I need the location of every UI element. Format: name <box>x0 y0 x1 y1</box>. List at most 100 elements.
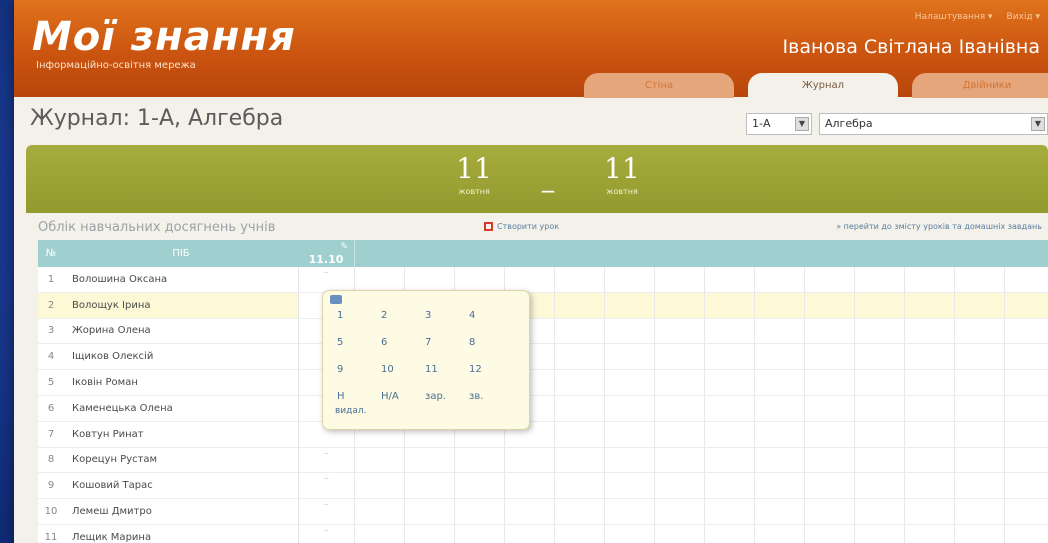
grade-option-exempt[interactable]: зв. <box>465 386 509 407</box>
grade-options: 1 2 3 4 5 6 7 8 9 10 11 12 Н Н/А зар. зв… <box>333 305 509 407</box>
col-name-header: ПІБ <box>172 248 190 259</box>
table-header: № ПІБ ✎ 11.10 <box>38 240 1048 267</box>
grade-cell[interactable]: – <box>298 267 354 292</box>
table-row: 4 Іщиков Олексій – <box>38 344 1048 371</box>
col-date-header[interactable]: ✎ 11.10 <box>298 240 354 267</box>
section-title: Облік навчальних досягнень учнів <box>38 220 276 235</box>
create-lesson-link[interactable]: Створити урок <box>484 222 559 231</box>
subject-select-value: Алгебра <box>825 117 873 130</box>
empty-cells <box>354 473 1048 499</box>
tab-journal[interactable]: Журнал <box>748 73 898 98</box>
table-row: 6 Каменецька Олена – <box>38 395 1048 422</box>
logout-link[interactable]: Вихід ▾ <box>1007 12 1040 22</box>
grade-delete-option[interactable]: видал. <box>335 406 367 416</box>
student-name[interactable]: Жорина Олена <box>64 325 298 336</box>
date-start-month: жовтня <box>458 187 490 196</box>
col-date-label: 11.10 <box>308 253 344 266</box>
date-start-day: 11 <box>456 152 492 185</box>
grade-option[interactable]: 1 <box>333 305 377 326</box>
student-name[interactable]: Корецун Рустам <box>64 454 298 465</box>
date-end-month: жовтня <box>606 187 638 196</box>
grade-option[interactable]: 8 <box>465 332 509 353</box>
student-name[interactable]: Кошовий Тарас <box>64 480 298 491</box>
logo-title[interactable]: Мої знання <box>32 14 296 60</box>
app-window: Мої знання Інформаційно-освітня мережа Н… <box>14 0 1048 543</box>
empty-cells <box>354 499 1048 524</box>
grade-cell[interactable]: – <box>298 524 354 543</box>
row-num: 10 <box>44 506 58 518</box>
settings-link[interactable]: Налаштування ▾ <box>915 12 993 22</box>
grade-option[interactable]: 2 <box>377 305 421 326</box>
row-num: 1 <box>47 273 55 285</box>
row-num: 3 <box>47 325 55 337</box>
grade-option[interactable]: 9 <box>333 359 377 380</box>
grade-cell[interactable]: – <box>298 499 354 524</box>
grade-option-credited[interactable]: зар. <box>421 386 465 407</box>
grade-option[interactable]: 11 <box>421 359 465 380</box>
chevron-down-icon[interactable]: ▼ <box>795 117 809 131</box>
table-row: 7 Ковтун Ринат – <box>38 421 1048 448</box>
empty-cells <box>354 267 1048 292</box>
subject-select[interactable]: Алгебра ▼ <box>819 113 1048 135</box>
main-tabs: Стіна Журнал Двійники <box>584 73 1048 98</box>
create-lesson-label: Створити урок <box>497 222 560 231</box>
add-lesson-icon <box>484 222 493 231</box>
grade-cell[interactable]: – <box>298 447 354 473</box>
logo-subtitle: Інформаційно-освітня мережа <box>36 60 196 71</box>
empty-cells <box>354 447 1048 473</box>
empty-column <box>354 240 1048 267</box>
date-range-bar: 11 жовтня _ 11 жовтня <box>26 145 1048 213</box>
grade-option[interactable]: 12 <box>465 359 509 380</box>
student-name[interactable]: Каменецька Олена <box>64 403 298 414</box>
grade-option[interactable]: 5 <box>333 332 377 353</box>
row-num: 11 <box>44 531 58 543</box>
grade-picker-popup: 1 2 3 4 5 6 7 8 9 10 11 12 Н Н/А зар. зв… <box>322 290 530 430</box>
student-name[interactable]: Іщиков Олексій <box>64 351 298 362</box>
row-num: 9 <box>47 480 55 492</box>
grade-option-absent[interactable]: Н <box>333 386 377 407</box>
row-num: 4 <box>47 351 55 363</box>
row-num: 2 <box>47 299 55 311</box>
date-end[interactable]: 11 жовтня <box>582 153 662 197</box>
grade-option[interactable]: 6 <box>377 332 421 353</box>
date-start[interactable]: 11 жовтня <box>434 152 514 197</box>
date-separator: _ <box>542 165 554 193</box>
table-row: 3 Жорина Олена – <box>38 318 1048 345</box>
pencil-icon[interactable]: ✎ <box>340 242 348 252</box>
row-num: 5 <box>47 377 55 389</box>
goto-lessons-link[interactable]: » перейти до змісту уроків та домашніх з… <box>836 222 1042 231</box>
student-name[interactable]: Лещик Марина <box>64 532 298 543</box>
grade-option[interactable]: 3 <box>421 305 465 326</box>
class-select[interactable]: 1-А ▼ <box>746 113 812 135</box>
grade-option[interactable]: 10 <box>377 359 421 380</box>
row-num: 6 <box>47 402 55 414</box>
row-num: 8 <box>47 454 55 466</box>
grades-table: № ПІБ ✎ 11.10 1 Волошина Оксана – 2 Воло… <box>38 240 1048 543</box>
table-row: 10 Лемеш Дмитро – <box>38 499 1048 525</box>
user-name[interactable]: Іванова Світлана Іванівна <box>783 36 1040 58</box>
header: Мої знання Інформаційно-освітня мережа Н… <box>14 0 1048 98</box>
student-name[interactable]: Волошина Оксана <box>64 274 298 285</box>
student-name[interactable]: Ковтун Ринат <box>64 429 298 440</box>
table-row: 8 Корецун Рустам – <box>38 447 1048 474</box>
table-row: 2 Волощук Ірина <box>38 292 1048 319</box>
chevron-down-icon[interactable]: ▼ <box>1031 117 1045 131</box>
student-name[interactable]: Іковін Роман <box>64 377 298 388</box>
collapse-icon[interactable] <box>330 295 342 304</box>
grade-option[interactable]: 4 <box>465 305 509 326</box>
grade-option-not-certified[interactable]: Н/А <box>377 386 421 407</box>
student-name[interactable]: Волощук Ірина <box>64 300 298 311</box>
table-row: 11 Лещик Марина – <box>38 524 1048 543</box>
grade-option[interactable]: 7 <box>421 332 465 353</box>
row-num: 7 <box>47 428 55 440</box>
table-row: 5 Іковін Роман – <box>38 370 1048 396</box>
user-links: Налаштування ▾ Вихід ▾ <box>915 12 1040 22</box>
col-num-header: № <box>45 248 57 259</box>
table-row: 9 Кошовий Тарас – <box>38 473 1048 500</box>
tab-wall[interactable]: Стіна <box>584 73 734 98</box>
grade-cell[interactable]: – <box>298 473 354 499</box>
page-title: Журнал: 1-А, Алгебра <box>30 106 284 131</box>
class-select-value: 1-А <box>752 117 771 130</box>
student-name[interactable]: Лемеш Дмитро <box>64 506 298 517</box>
tab-doubles[interactable]: Двійники <box>912 73 1048 98</box>
